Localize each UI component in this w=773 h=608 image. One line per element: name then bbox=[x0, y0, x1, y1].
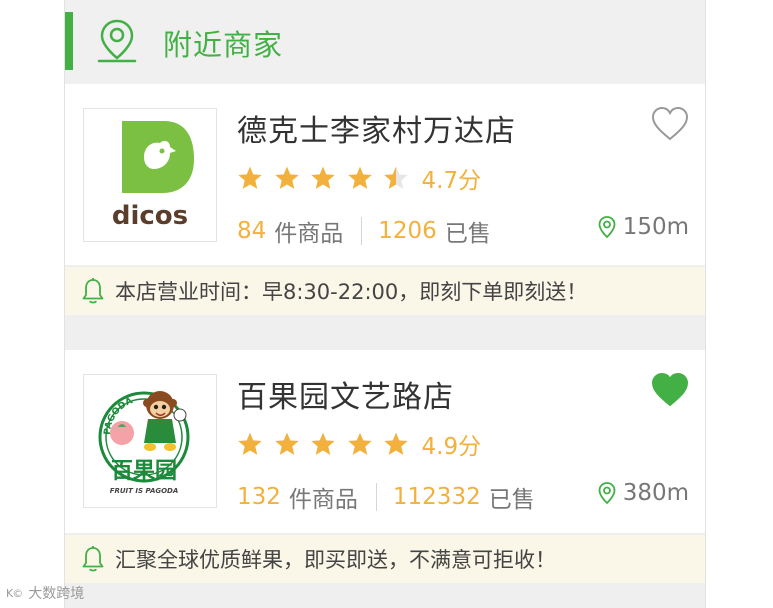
sold-count: 112332 bbox=[392, 484, 481, 510]
half-star-icon bbox=[384, 166, 408, 189]
star-icon bbox=[274, 432, 299, 455]
rating-stars: 4.7分 bbox=[237, 164, 482, 194]
distance-value: 150m bbox=[622, 214, 689, 240]
store-card[interactable]: dicos 德克士李家村万达店 4.7分 84 件商品 1206 已售 150m bbox=[65, 84, 705, 265]
store-card[interactable]: PAGODA 百果园 FRUIT IS PAGODA 百果园文艺路店 4.9分 … bbox=[65, 350, 705, 533]
product-unit: 件商品 bbox=[288, 487, 358, 513]
watermark: K© 大数跨境 bbox=[6, 583, 84, 603]
star-icon bbox=[384, 432, 408, 455]
notice-text: 汇聚全球优质鲜果，即买即送，不满意可拒收！ bbox=[115, 548, 556, 572]
star-icon bbox=[347, 166, 372, 189]
rating-value: 4.7分 bbox=[421, 168, 482, 194]
store-logo: dicos bbox=[83, 108, 217, 242]
store-notice: 本店营业时间：早8:30-22:00，即刻下单即刻送！ bbox=[65, 267, 705, 315]
logo-tagline: FRUIT IS PAGODA bbox=[110, 487, 179, 495]
store-distance: 380m bbox=[597, 480, 689, 506]
divider bbox=[361, 217, 363, 245]
store-distance: 150m bbox=[597, 214, 689, 240]
rating-value: 4.9分 bbox=[421, 434, 482, 460]
rating-stars: 4.9分 bbox=[237, 430, 482, 460]
store-notice: 汇聚全球优质鲜果，即买即送，不满意可拒收！ bbox=[65, 535, 705, 583]
distance-value: 380m bbox=[622, 480, 689, 506]
divider bbox=[375, 483, 377, 511]
sold-unit: 已售 bbox=[444, 221, 491, 247]
heart-outline-icon[interactable] bbox=[651, 106, 689, 142]
accent-bar bbox=[65, 12, 73, 70]
star-icon bbox=[347, 432, 372, 455]
store-name[interactable]: 德克士李家村万达店 bbox=[237, 106, 516, 150]
watermark-text: 大数跨境 bbox=[28, 586, 85, 602]
section-header: 附近商家 bbox=[65, 0, 705, 84]
sold-unit: 已售 bbox=[488, 487, 535, 513]
logo-text: 百果园 bbox=[111, 459, 177, 484]
store-name[interactable]: 百果园文艺路店 bbox=[237, 372, 454, 416]
watermark-mark: K© bbox=[6, 586, 23, 600]
pagoda-logo: PAGODA 百果园 FRUIT IS PAGODA bbox=[98, 391, 190, 495]
heart-filled-icon[interactable] bbox=[651, 372, 689, 408]
store-stats: 132 件商品 112332 已售 bbox=[237, 480, 535, 514]
star-icon bbox=[311, 166, 335, 189]
star-icon bbox=[238, 166, 262, 189]
product-unit: 件商品 bbox=[274, 221, 344, 247]
location-icon bbox=[598, 482, 616, 505]
logo-text: dicos bbox=[112, 201, 188, 231]
star-icon bbox=[238, 432, 262, 455]
bell-icon bbox=[82, 278, 104, 304]
section-title: 附近商家 bbox=[163, 28, 284, 62]
notice-text: 本店营业时间：早8:30-22:00，即刻下单即刻送！ bbox=[115, 280, 588, 304]
product-count: 132 bbox=[237, 484, 281, 510]
sold-count: 1206 bbox=[378, 218, 437, 244]
star-icon bbox=[311, 432, 335, 455]
location-icon bbox=[598, 216, 616, 239]
dicos-logo: dicos bbox=[112, 121, 194, 231]
product-count: 84 bbox=[237, 218, 267, 244]
store-logo: PAGODA 百果园 FRUIT IS PAGODA bbox=[83, 374, 217, 508]
map-pin-icon bbox=[97, 19, 137, 63]
app-screen: 附近商家 dicos 德克士李家村万达店 4.7分 84 件商品 1206 已售… bbox=[65, 0, 705, 608]
bell-icon bbox=[82, 546, 104, 572]
store-stats: 84 件商品 1206 已售 bbox=[237, 214, 491, 248]
star-icon bbox=[274, 166, 299, 189]
